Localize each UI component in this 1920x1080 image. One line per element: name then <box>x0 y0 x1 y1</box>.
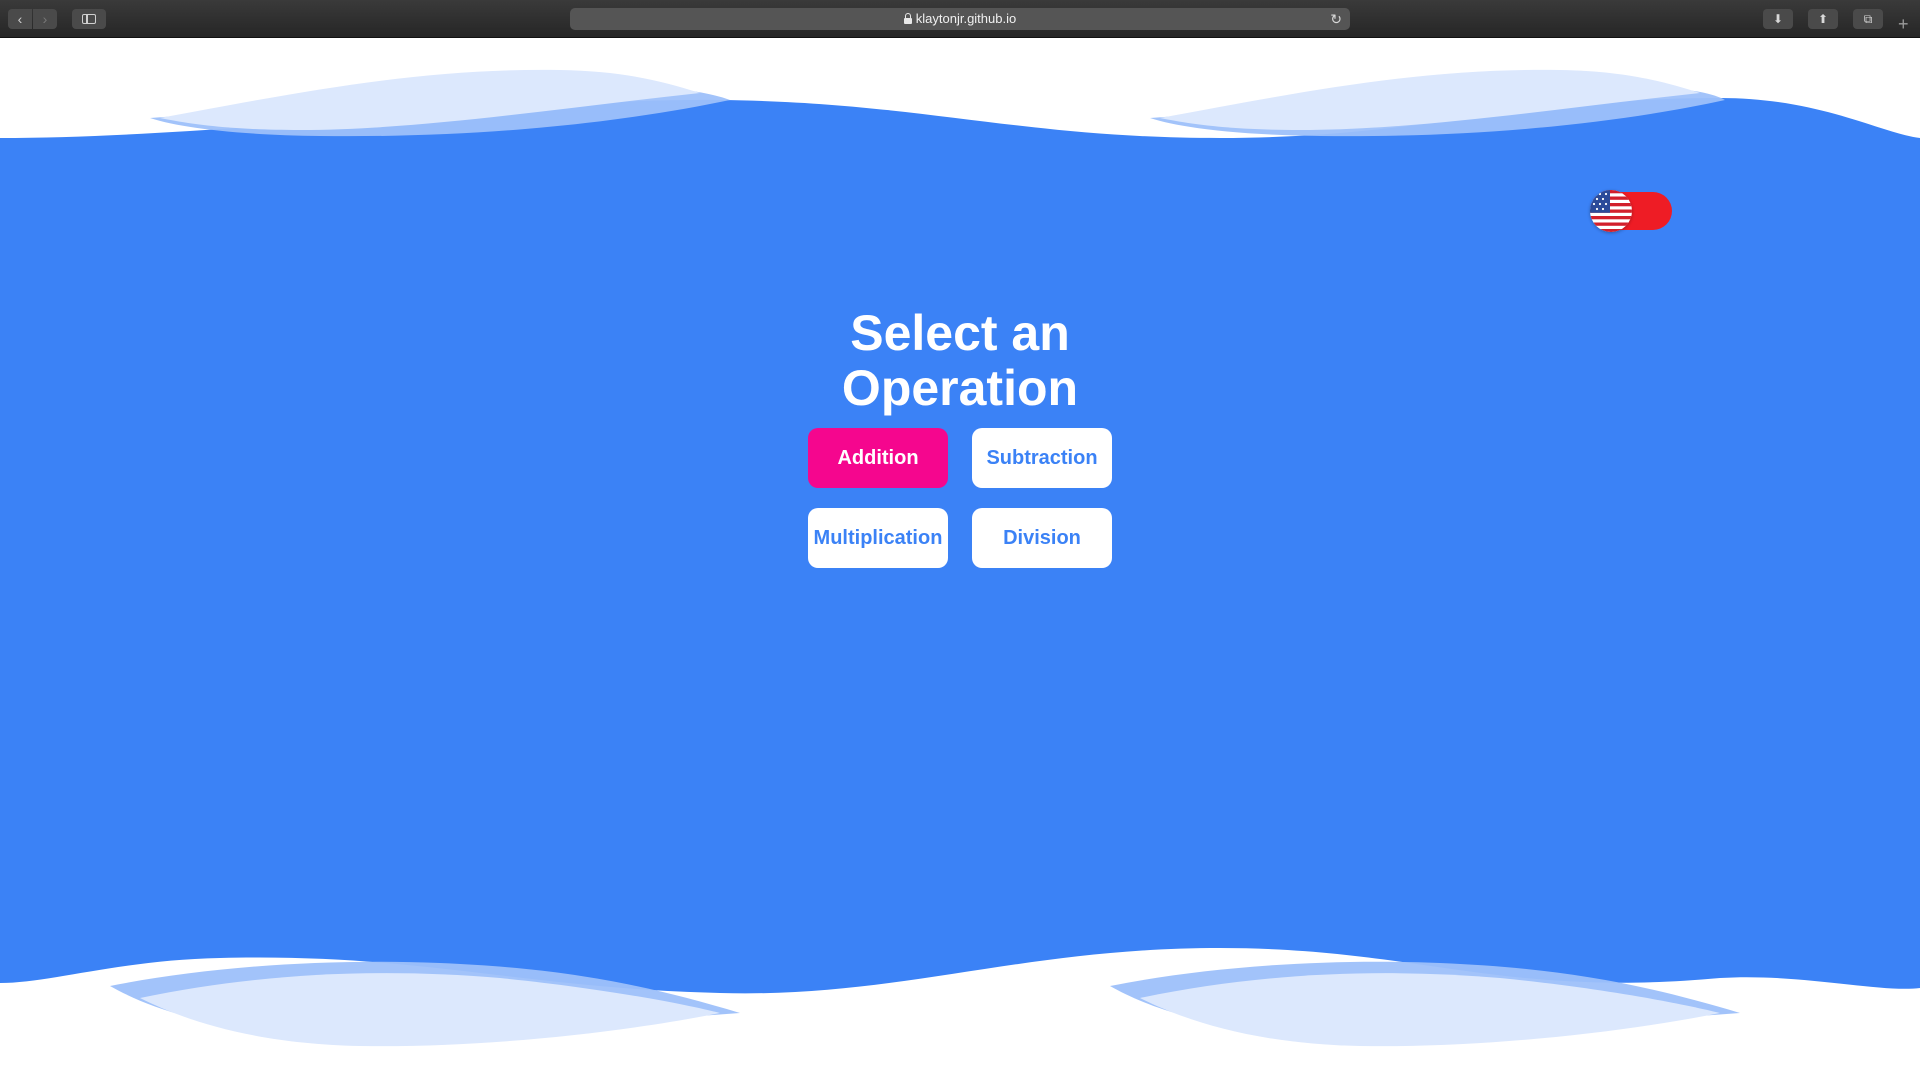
download-button[interactable]: ⬇ <box>1763 9 1793 29</box>
forward-button[interactable]: › <box>33 9 57 29</box>
download-icon: ⬇ <box>1772 12 1784 26</box>
reload-icon[interactable]: ↻ <box>1330 8 1342 30</box>
sidebar-icon <box>82 14 96 25</box>
tabs-overview-button[interactable]: ⧉ <box>1853 9 1883 29</box>
addition-button[interactable]: Addition <box>808 428 948 488</box>
back-button[interactable]: ‹ <box>8 9 32 29</box>
sidebar-toggle-button[interactable] <box>72 9 106 29</box>
tabs-icon: ⧉ <box>1863 12 1873 26</box>
address-text: klaytonjr.github.io <box>915 11 1017 26</box>
page-title: Select an Operation <box>841 305 1079 416</box>
chevron-right-icon: › <box>42 11 48 27</box>
us-flag-icon <box>1590 190 1632 232</box>
page: Select an Operation Addition Subtraction… <box>0 38 1920 1080</box>
language-toggle[interactable] <box>1590 190 1672 232</box>
browser-toolbar: ‹ › klaytonjr.github.io ↻ ⬇ ⬆ ⧉ + <box>0 0 1920 38</box>
share-button[interactable]: ⬆ <box>1808 9 1838 29</box>
share-icon: ⬆ <box>1817 12 1829 26</box>
chevron-left-icon: ‹ <box>17 11 23 27</box>
lock-icon <box>903 12 912 24</box>
division-button[interactable]: Division <box>972 508 1112 568</box>
plus-icon[interactable]: + <box>1898 14 1909 35</box>
subtraction-button[interactable]: Subtraction <box>972 428 1112 488</box>
multiplication-button[interactable]: Multiplication <box>808 508 948 568</box>
address-bar[interactable]: klaytonjr.github.io ↻ <box>570 8 1350 30</box>
